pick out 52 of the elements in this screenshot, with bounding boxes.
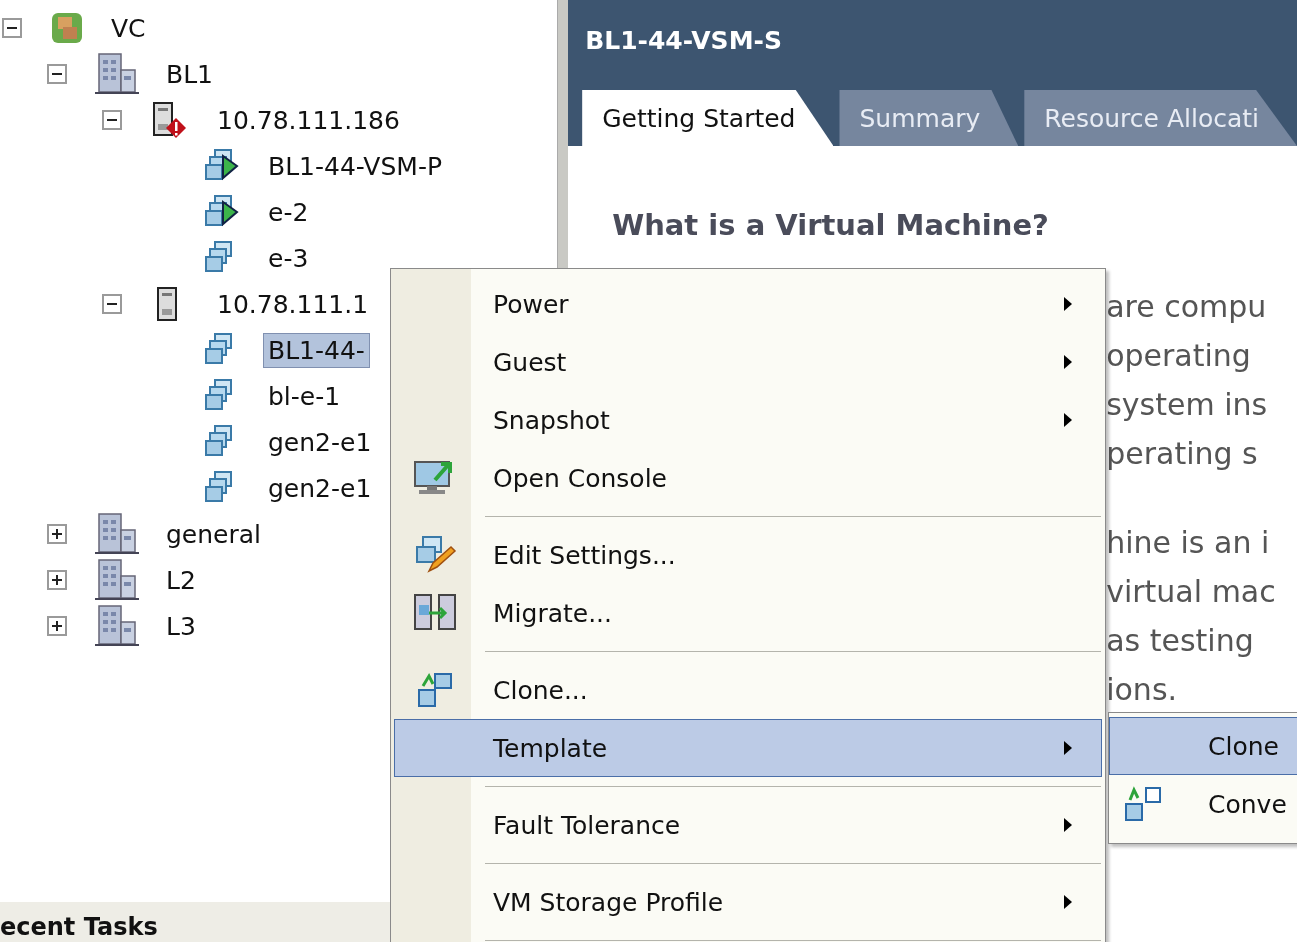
building-icon bbox=[95, 604, 139, 648]
paragraph-text: ions. bbox=[1106, 671, 1179, 709]
tree-item[interactable]: BL1-44-VSM-P bbox=[263, 148, 447, 184]
expander-icon[interactable] bbox=[47, 524, 67, 544]
expander-icon[interactable] bbox=[2, 18, 22, 38]
paragraph-text: system ins bbox=[1106, 386, 1269, 424]
tree-item[interactable]: e-3 bbox=[263, 240, 314, 276]
menu-item[interactable]: Edit Settings... bbox=[394, 526, 1102, 584]
tree-item[interactable]: L2 bbox=[161, 562, 201, 598]
menu-item[interactable]: VM Storage Profile bbox=[394, 873, 1102, 931]
menu-item[interactable]: Clone... bbox=[394, 661, 1102, 719]
tree-item[interactable]: VC bbox=[106, 10, 151, 46]
menu-item[interactable]: Template bbox=[394, 719, 1102, 777]
tab[interactable]: Getting Started bbox=[582, 90, 834, 146]
vcenter-icon bbox=[50, 11, 84, 45]
menu-item[interactable]: Fault Tolerance bbox=[394, 796, 1102, 854]
panel-title: ecent Tasks bbox=[0, 912, 158, 942]
menu-item[interactable]: Power bbox=[394, 275, 1102, 333]
tree-item[interactable]: L3 bbox=[161, 608, 201, 644]
expander-icon[interactable] bbox=[102, 110, 122, 130]
building-icon bbox=[95, 52, 139, 96]
building-icon bbox=[95, 512, 139, 556]
tree-item[interactable]: 10.78.111.1 bbox=[212, 286, 374, 322]
tree-item[interactable]: e-2 bbox=[263, 194, 314, 230]
paragraph-text: are compu bbox=[1106, 288, 1268, 326]
menu-item[interactable]: Conve bbox=[1109, 775, 1297, 833]
paragraph-text: as testing bbox=[1106, 622, 1255, 660]
paragraph-text: operating bbox=[1106, 337, 1252, 375]
paragraph-text: perating s bbox=[1106, 435, 1259, 473]
paragraph-text: hine is an i bbox=[1106, 524, 1271, 562]
menu-item[interactable]: Open Console bbox=[394, 449, 1102, 507]
tree-item[interactable]: bl-e-1 bbox=[263, 378, 346, 414]
tree-item[interactable]: gen2-e1 bbox=[263, 424, 377, 460]
tree-item[interactable]: 10.78.111.186 bbox=[212, 102, 405, 138]
menu-item[interactable]: Guest bbox=[394, 333, 1102, 391]
paragraph-text: virtual mac bbox=[1106, 573, 1277, 611]
menu-item[interactable]: Migrate... bbox=[394, 584, 1102, 642]
expander-icon[interactable] bbox=[47, 570, 67, 590]
menu-item[interactable]: Snapshot bbox=[394, 391, 1102, 449]
tree-item[interactable]: gen2-e1 bbox=[263, 470, 377, 506]
tree-item[interactable]: BL1-44- bbox=[263, 332, 370, 368]
vm-edit-icon bbox=[413, 535, 457, 575]
migrate-icon bbox=[413, 593, 457, 633]
expander-icon[interactable] bbox=[102, 294, 122, 314]
building-icon bbox=[95, 558, 139, 602]
expander-icon[interactable] bbox=[47, 64, 67, 84]
menu-item[interactable]: Clone bbox=[1109, 717, 1297, 775]
tree-item[interactable]: general bbox=[161, 516, 267, 552]
vm-title: BL1-44-VSM-S bbox=[584, 25, 783, 55]
expander-icon[interactable] bbox=[47, 616, 67, 636]
section-heading: What is a Virtual Machine? bbox=[612, 208, 1050, 242]
tree-item[interactable]: BL1 bbox=[161, 56, 218, 92]
